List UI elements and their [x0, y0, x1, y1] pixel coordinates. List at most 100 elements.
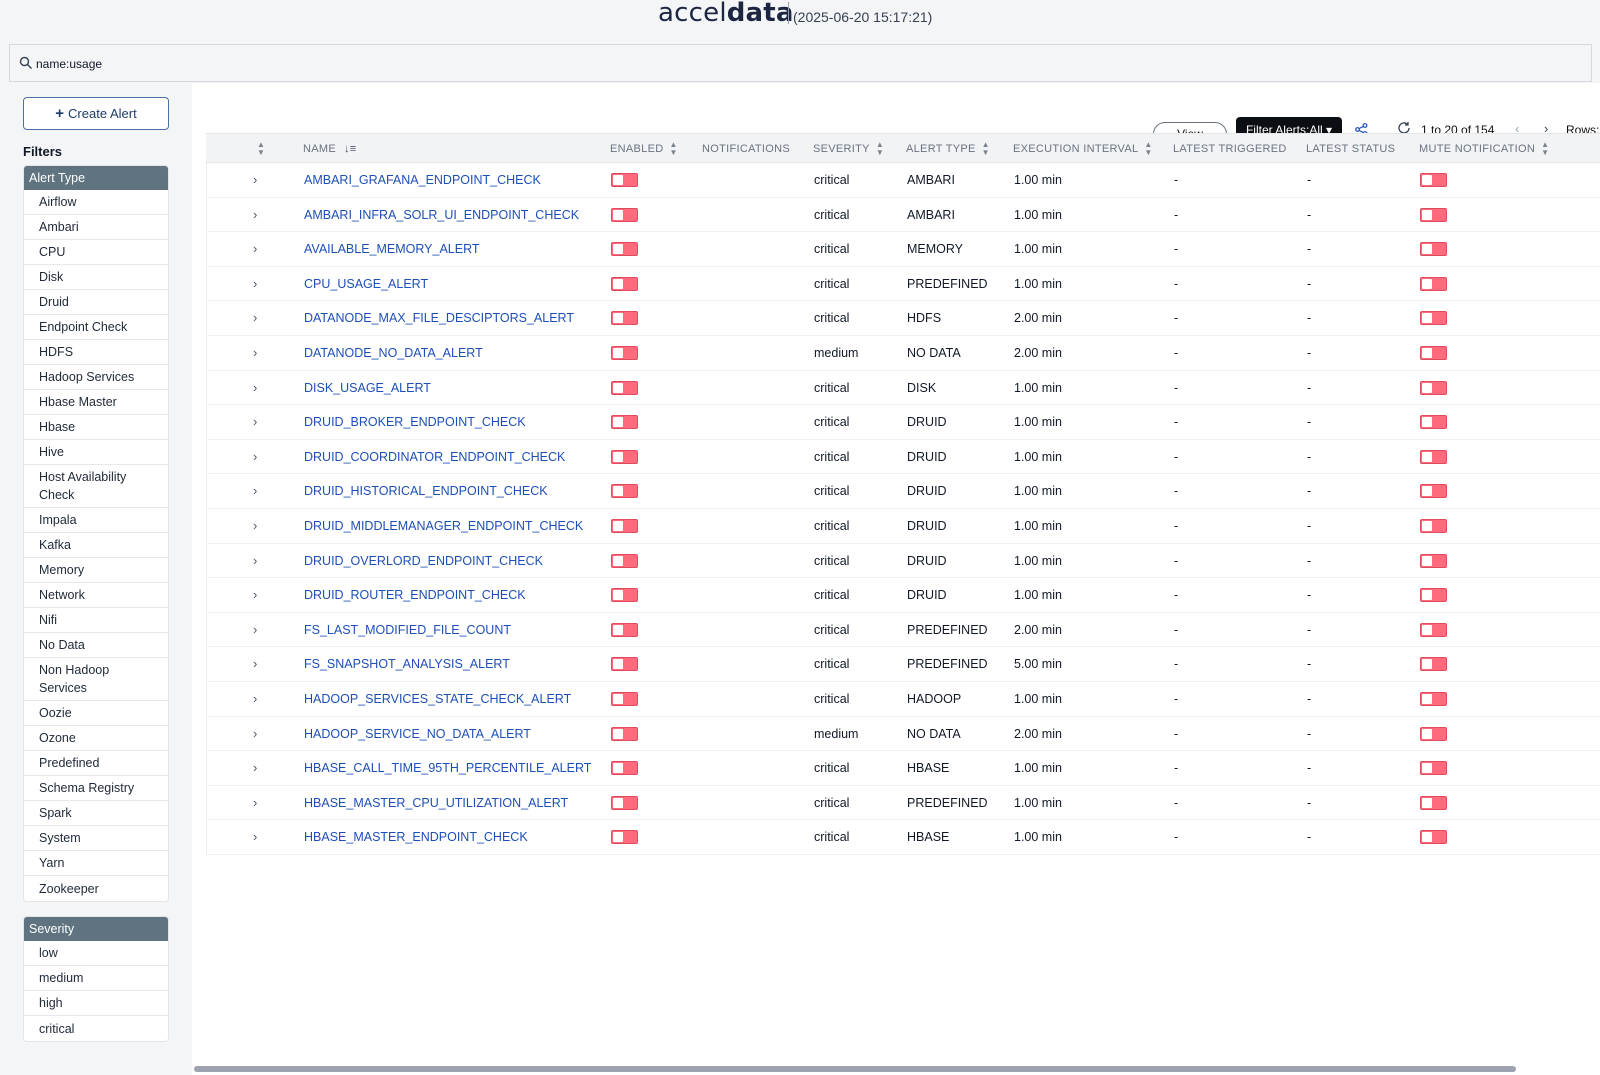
alert-name-link[interactable]: AVAILABLE_MEMORY_ALERT	[304, 242, 480, 256]
expand-row-icon[interactable]: ›	[253, 647, 257, 681]
alert-type-filter-item[interactable]: Host Availability Check	[24, 465, 168, 508]
alert-name-link[interactable]: DATANODE_MAX_FILE_DESCIPTORS_ALERT	[304, 311, 574, 325]
enabled-toggle[interactable]	[611, 311, 638, 326]
expand-row-icon[interactable]: ›	[253, 440, 257, 474]
alert-type-filter-item[interactable]: Memory	[24, 558, 168, 583]
table-row[interactable]: › DRUID_ROUTER_ENDPOINT_CHECK critical DRUI…	[207, 578, 1600, 613]
mute-notification-toggle[interactable]	[1420, 242, 1447, 257]
severity-filter-item[interactable]: critical	[24, 1016, 168, 1041]
column-header-name[interactable]: NAME ↓≡	[303, 134, 357, 164]
chevron-right-icon[interactable]: ›	[1544, 121, 1548, 133]
expand-row-icon[interactable]: ›	[253, 371, 257, 405]
alert-type-filter-item[interactable]: Hive	[24, 440, 168, 465]
enabled-toggle[interactable]	[611, 276, 638, 291]
mute-notification-toggle[interactable]	[1420, 449, 1447, 464]
enabled-toggle[interactable]	[611, 173, 638, 187]
enabled-toggle[interactable]	[611, 553, 638, 568]
table-row[interactable]: › DRUID_BROKER_ENDPOINT_CHECK critical DRUI…	[207, 405, 1600, 440]
table-row[interactable]: › DRUID_COORDINATOR_ENDPOINT_CHECK critica…	[207, 440, 1600, 475]
column-header-alert-type[interactable]: ALERT TYPE ▲ ▼	[906, 134, 990, 164]
enabled-toggle[interactable]	[611, 242, 638, 257]
mute-notification-toggle[interactable]	[1420, 173, 1447, 187]
alert-type-filter-item[interactable]: Hbase Master	[24, 390, 168, 415]
enabled-toggle[interactable]	[611, 415, 638, 430]
expand-row-icon[interactable]: ›	[253, 405, 257, 439]
expand-row-icon[interactable]: ›	[253, 578, 257, 612]
alert-name-link[interactable]: DISK_USAGE_ALERT	[304, 381, 431, 395]
expand-row-icon[interactable]: ›	[253, 544, 257, 578]
table-row[interactable]: › AVAILABLE_MEMORY_ALERT critical MEMORY 1.0…	[207, 232, 1600, 267]
alert-type-filter-item[interactable]: HDFS	[24, 340, 168, 365]
alert-name-link[interactable]: HBASE_MASTER_ENDPOINT_CHECK	[304, 830, 528, 844]
alert-name-link[interactable]: DRUID_ROUTER_ENDPOINT_CHECK	[304, 588, 526, 602]
severity-filter-item[interactable]: low	[24, 941, 168, 966]
expand-row-icon[interactable]: ›	[253, 682, 257, 716]
expand-row-icon[interactable]: ›	[253, 509, 257, 543]
create-alert-button[interactable]: + Create Alert	[23, 97, 169, 130]
mute-notification-toggle[interactable]	[1420, 345, 1447, 360]
alert-name-link[interactable]: DRUID_MIDDLEMANAGER_ENDPOINT_CHECK	[304, 519, 583, 533]
mute-notification-toggle[interactable]	[1420, 761, 1447, 776]
severity-filter-item[interactable]: medium	[24, 966, 168, 991]
alert-type-filter-item[interactable]: Zookeeper	[24, 876, 168, 901]
mute-notification-toggle[interactable]	[1420, 518, 1447, 533]
enabled-toggle[interactable]	[611, 207, 638, 222]
enabled-toggle[interactable]	[611, 345, 638, 360]
table-row[interactable]: › HBASE_CALL_TIME_95TH_PERCENTILE_ALERT cr…	[207, 751, 1600, 786]
enabled-toggle[interactable]	[611, 622, 638, 637]
table-row[interactable]: › FS_SNAPSHOT_ANALYSIS_ALERT critical PREDE…	[207, 647, 1600, 682]
enabled-toggle[interactable]	[611, 449, 638, 464]
alert-name-link[interactable]: DRUID_COORDINATOR_ENDPOINT_CHECK	[304, 450, 565, 464]
alert-type-filter-item[interactable]: Impala	[24, 508, 168, 533]
mute-notification-toggle[interactable]	[1420, 691, 1447, 706]
table-row[interactable]: › FS_LAST_MODIFIED_FILE_COUNT critical PRED…	[207, 613, 1600, 648]
severity-filter-item[interactable]: high	[24, 991, 168, 1016]
refresh-icon[interactable]	[1397, 121, 1411, 133]
enabled-toggle[interactable]	[611, 657, 638, 672]
mute-notification-toggle[interactable]	[1420, 380, 1447, 395]
column-header-mute-notification[interactable]: MUTE NOTIFICATION ▲ ▼	[1419, 134, 1549, 164]
alert-name-link[interactable]: AMBARI_GRAFANA_ENDPOINT_CHECK	[304, 173, 541, 187]
mute-notification-toggle[interactable]	[1420, 553, 1447, 568]
alert-name-link[interactable]: HBASE_MASTER_CPU_UTILIZATION_ALERT	[304, 796, 568, 810]
expand-row-icon[interactable]: ›	[253, 820, 257, 854]
alert-type-filter-item[interactable]: Yarn	[24, 851, 168, 876]
alert-type-filter-item[interactable]: Ozone	[24, 726, 168, 751]
alert-name-link[interactable]: AMBARI_INFRA_SOLR_UI_ENDPOINT_CHECK	[304, 208, 579, 222]
alert-type-filter-item[interactable]: Oozie	[24, 701, 168, 726]
expand-row-icon[interactable]: ›	[253, 163, 257, 197]
horizontal-scrollbar[interactable]	[194, 1066, 1516, 1072]
enabled-toggle[interactable]	[611, 518, 638, 533]
expand-row-icon[interactable]: ›	[253, 198, 257, 232]
alert-type-filter-item[interactable]: Disk	[24, 265, 168, 290]
alert-name-link[interactable]: HADOOP_SERVICES_STATE_CHECK_ALERT	[304, 692, 571, 706]
table-row[interactable]: › AMBARI_GRAFANA_ENDPOINT_CHECK critical AM…	[207, 163, 1600, 198]
search-input[interactable]	[36, 53, 636, 75]
alert-name-link[interactable]: DRUID_OVERLORD_ENDPOINT_CHECK	[304, 554, 543, 568]
alert-type-filter-item[interactable]: No Data	[24, 633, 168, 658]
filter-alerts-dropdown[interactable]: Filter Alerts:All ▾	[1236, 117, 1342, 133]
table-row[interactable]: › DRUID_HISTORICAL_ENDPOINT_CHECK critical…	[207, 474, 1600, 509]
expand-row-icon[interactable]: ›	[253, 232, 257, 266]
alert-name-link[interactable]: DRUID_HISTORICAL_ENDPOINT_CHECK	[304, 484, 548, 498]
alert-name-link[interactable]: DRUID_BROKER_ENDPOINT_CHECK	[304, 415, 526, 429]
mute-notification-toggle[interactable]	[1420, 795, 1447, 810]
alert-name-link[interactable]: HBASE_CALL_TIME_95TH_PERCENTILE_ALERT	[304, 761, 591, 775]
alert-type-filter-header[interactable]: Alert Type	[24, 166, 168, 190]
expand-row-icon[interactable]: ›	[253, 717, 257, 751]
severity-filter-header[interactable]: Severity	[24, 917, 168, 941]
mute-notification-toggle[interactable]	[1420, 830, 1447, 845]
table-row[interactable]: › DATANODE_NO_DATA_ALERT medium NO DATA 2.00…	[207, 336, 1600, 371]
alert-type-filter-item[interactable]: Ambari	[24, 215, 168, 240]
alert-type-filter-item[interactable]: Airflow	[24, 190, 168, 215]
alert-type-filter-item[interactable]: Schema Registry	[24, 776, 168, 801]
alert-type-filter-item[interactable]: Endpoint Check	[24, 315, 168, 340]
alert-type-filter-item[interactable]: CPU	[24, 240, 168, 265]
table-row[interactable]: › CPU_USAGE_ALERT critical PREDEFINED 1.00 m…	[207, 267, 1600, 302]
mute-notification-toggle[interactable]	[1420, 311, 1447, 326]
table-row[interactable]: › HADOOP_SERVICES_STATE_CHECK_ALERT critic…	[207, 682, 1600, 717]
alert-name-link[interactable]: FS_LAST_MODIFIED_FILE_COUNT	[304, 623, 511, 637]
enabled-toggle[interactable]	[611, 588, 638, 603]
mute-notification-toggle[interactable]	[1420, 726, 1447, 741]
mute-notification-toggle[interactable]	[1420, 415, 1447, 430]
